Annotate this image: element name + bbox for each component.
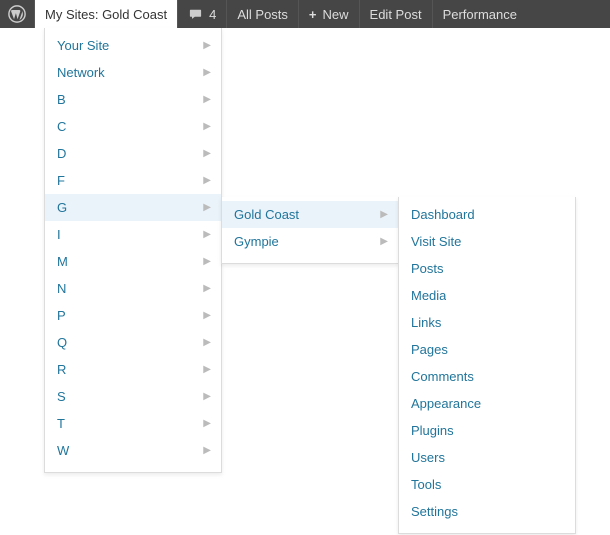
site-action-label: Visit Site <box>411 234 461 249</box>
chevron-right-icon: ▶ <box>203 202 211 213</box>
chevron-right-icon: ▶ <box>203 40 211 51</box>
sites-group-m[interactable]: M▶ <box>45 248 221 275</box>
sites-letter-dropdown: Gold Coast ▶ Gympie ▶ <box>221 197 399 264</box>
sites-group-n[interactable]: N▶ <box>45 275 221 302</box>
sites-group-label: Q <box>57 335 67 350</box>
site-action-label: Media <box>411 288 446 303</box>
sites-group-label: C <box>57 119 66 134</box>
chevron-right-icon: ▶ <box>380 209 388 220</box>
site-action-links[interactable]: Links <box>399 309 575 336</box>
admin-bar: My Sites: Gold Coast 4 All Posts + New E… <box>0 0 610 28</box>
sites-group-s[interactable]: S▶ <box>45 383 221 410</box>
sites-group-label: R <box>57 362 66 377</box>
dropdown-columns: Your Site▶Network▶B▶C▶D▶F▶G▶I▶M▶N▶P▶Q▶R▶… <box>44 28 576 534</box>
site-item-label: Gympie <box>234 234 279 249</box>
new-label: New <box>323 7 349 22</box>
site-action-label: Settings <box>411 504 458 519</box>
site-actions-dropdown: Dashboard Visit Site Posts Media Links Pages C… <box>398 197 576 534</box>
new-menu[interactable]: + New <box>299 0 360 28</box>
comments-menu[interactable]: 4 <box>178 0 227 28</box>
chevron-right-icon: ▶ <box>203 67 211 78</box>
site-item-gold-coast[interactable]: Gold Coast ▶ <box>222 201 398 228</box>
sites-group-label: F <box>57 173 65 188</box>
sites-group-label: Network <box>57 65 105 80</box>
performance-label: Performance <box>443 7 517 22</box>
sites-group-f[interactable]: F▶ <box>45 167 221 194</box>
my-sites-dropdown: Your Site▶Network▶B▶C▶D▶F▶G▶I▶M▶N▶P▶Q▶R▶… <box>44 28 222 473</box>
site-action-media[interactable]: Media <box>399 282 575 309</box>
site-action-dashboard[interactable]: Dashboard <box>399 201 575 228</box>
site-item-gympie[interactable]: Gympie ▶ <box>222 228 398 255</box>
sites-group-label: T <box>57 416 65 431</box>
sites-group-label: S <box>57 389 66 404</box>
sites-group-label: P <box>57 308 66 323</box>
sites-group-label: M <box>57 254 68 269</box>
sites-group-network[interactable]: Network ▶ <box>45 59 221 86</box>
site-action-label: Dashboard <box>411 207 475 222</box>
chevron-right-icon: ▶ <box>203 175 211 186</box>
sites-group-label: I <box>57 227 61 242</box>
site-action-pages[interactable]: Pages <box>399 336 575 363</box>
sites-group-label: D <box>57 146 66 161</box>
site-action-comments[interactable]: Comments <box>399 363 575 390</box>
edit-post-menu[interactable]: Edit Post <box>360 0 433 28</box>
sites-group-label: Your Site <box>57 38 109 53</box>
chevron-right-icon: ▶ <box>203 229 211 240</box>
sites-group-t[interactable]: T▶ <box>45 410 221 437</box>
comments-icon <box>188 7 203 21</box>
all-posts-label: All Posts <box>237 7 288 22</box>
site-action-settings[interactable]: Settings <box>399 498 575 525</box>
chevron-right-icon: ▶ <box>380 236 388 247</box>
site-action-tools[interactable]: Tools <box>399 471 575 498</box>
sites-group-label: N <box>57 281 66 296</box>
site-action-appearance[interactable]: Appearance <box>399 390 575 417</box>
sites-group-q[interactable]: Q▶ <box>45 329 221 356</box>
chevron-right-icon: ▶ <box>203 256 211 267</box>
sites-group-your-site[interactable]: Your Site ▶ <box>45 32 221 59</box>
site-action-label: Tools <box>411 477 441 492</box>
chevron-right-icon: ▶ <box>203 418 211 429</box>
plus-icon: + <box>309 7 317 22</box>
chevron-right-icon: ▶ <box>203 283 211 294</box>
site-action-label: Posts <box>411 261 444 276</box>
wordpress-logo-icon <box>8 5 26 23</box>
edit-post-label: Edit Post <box>370 7 422 22</box>
site-action-label: Pages <box>411 342 448 357</box>
site-action-posts[interactable]: Posts <box>399 255 575 282</box>
my-sites-menu[interactable]: My Sites: Gold Coast <box>35 0 178 28</box>
site-action-label: Links <box>411 315 441 330</box>
chevron-right-icon: ▶ <box>203 121 211 132</box>
sites-group-label: G <box>57 200 67 215</box>
all-posts-menu[interactable]: All Posts <box>227 0 299 28</box>
sites-group-r[interactable]: R▶ <box>45 356 221 383</box>
chevron-right-icon: ▶ <box>203 94 211 105</box>
chevron-right-icon: ▶ <box>203 391 211 402</box>
chevron-right-icon: ▶ <box>203 337 211 348</box>
my-sites-label: My Sites: Gold Coast <box>45 7 167 22</box>
site-action-label: Users <box>411 450 445 465</box>
sites-group-label: B <box>57 92 66 107</box>
chevron-right-icon: ▶ <box>203 310 211 321</box>
site-item-label: Gold Coast <box>234 207 299 222</box>
sites-group-p[interactable]: P▶ <box>45 302 221 329</box>
sites-group-b[interactable]: B▶ <box>45 86 221 113</box>
site-action-label: Plugins <box>411 423 454 438</box>
site-action-plugins[interactable]: Plugins <box>399 417 575 444</box>
sites-group-i[interactable]: I▶ <box>45 221 221 248</box>
sites-group-w[interactable]: W▶ <box>45 437 221 464</box>
site-action-visit-site[interactable]: Visit Site <box>399 228 575 255</box>
chevron-right-icon: ▶ <box>203 445 211 456</box>
site-action-label: Appearance <box>411 396 481 411</box>
chevron-right-icon: ▶ <box>203 148 211 159</box>
sites-group-g[interactable]: G▶ <box>45 194 221 221</box>
site-action-users[interactable]: Users <box>399 444 575 471</box>
sites-group-label: W <box>57 443 69 458</box>
chevron-right-icon: ▶ <box>203 364 211 375</box>
performance-menu[interactable]: Performance <box>433 0 527 28</box>
comments-count: 4 <box>209 7 216 22</box>
wordpress-logo[interactable] <box>0 0 35 28</box>
site-action-label: Comments <box>411 369 474 384</box>
sites-group-c[interactable]: C▶ <box>45 113 221 140</box>
sites-group-d[interactable]: D▶ <box>45 140 221 167</box>
